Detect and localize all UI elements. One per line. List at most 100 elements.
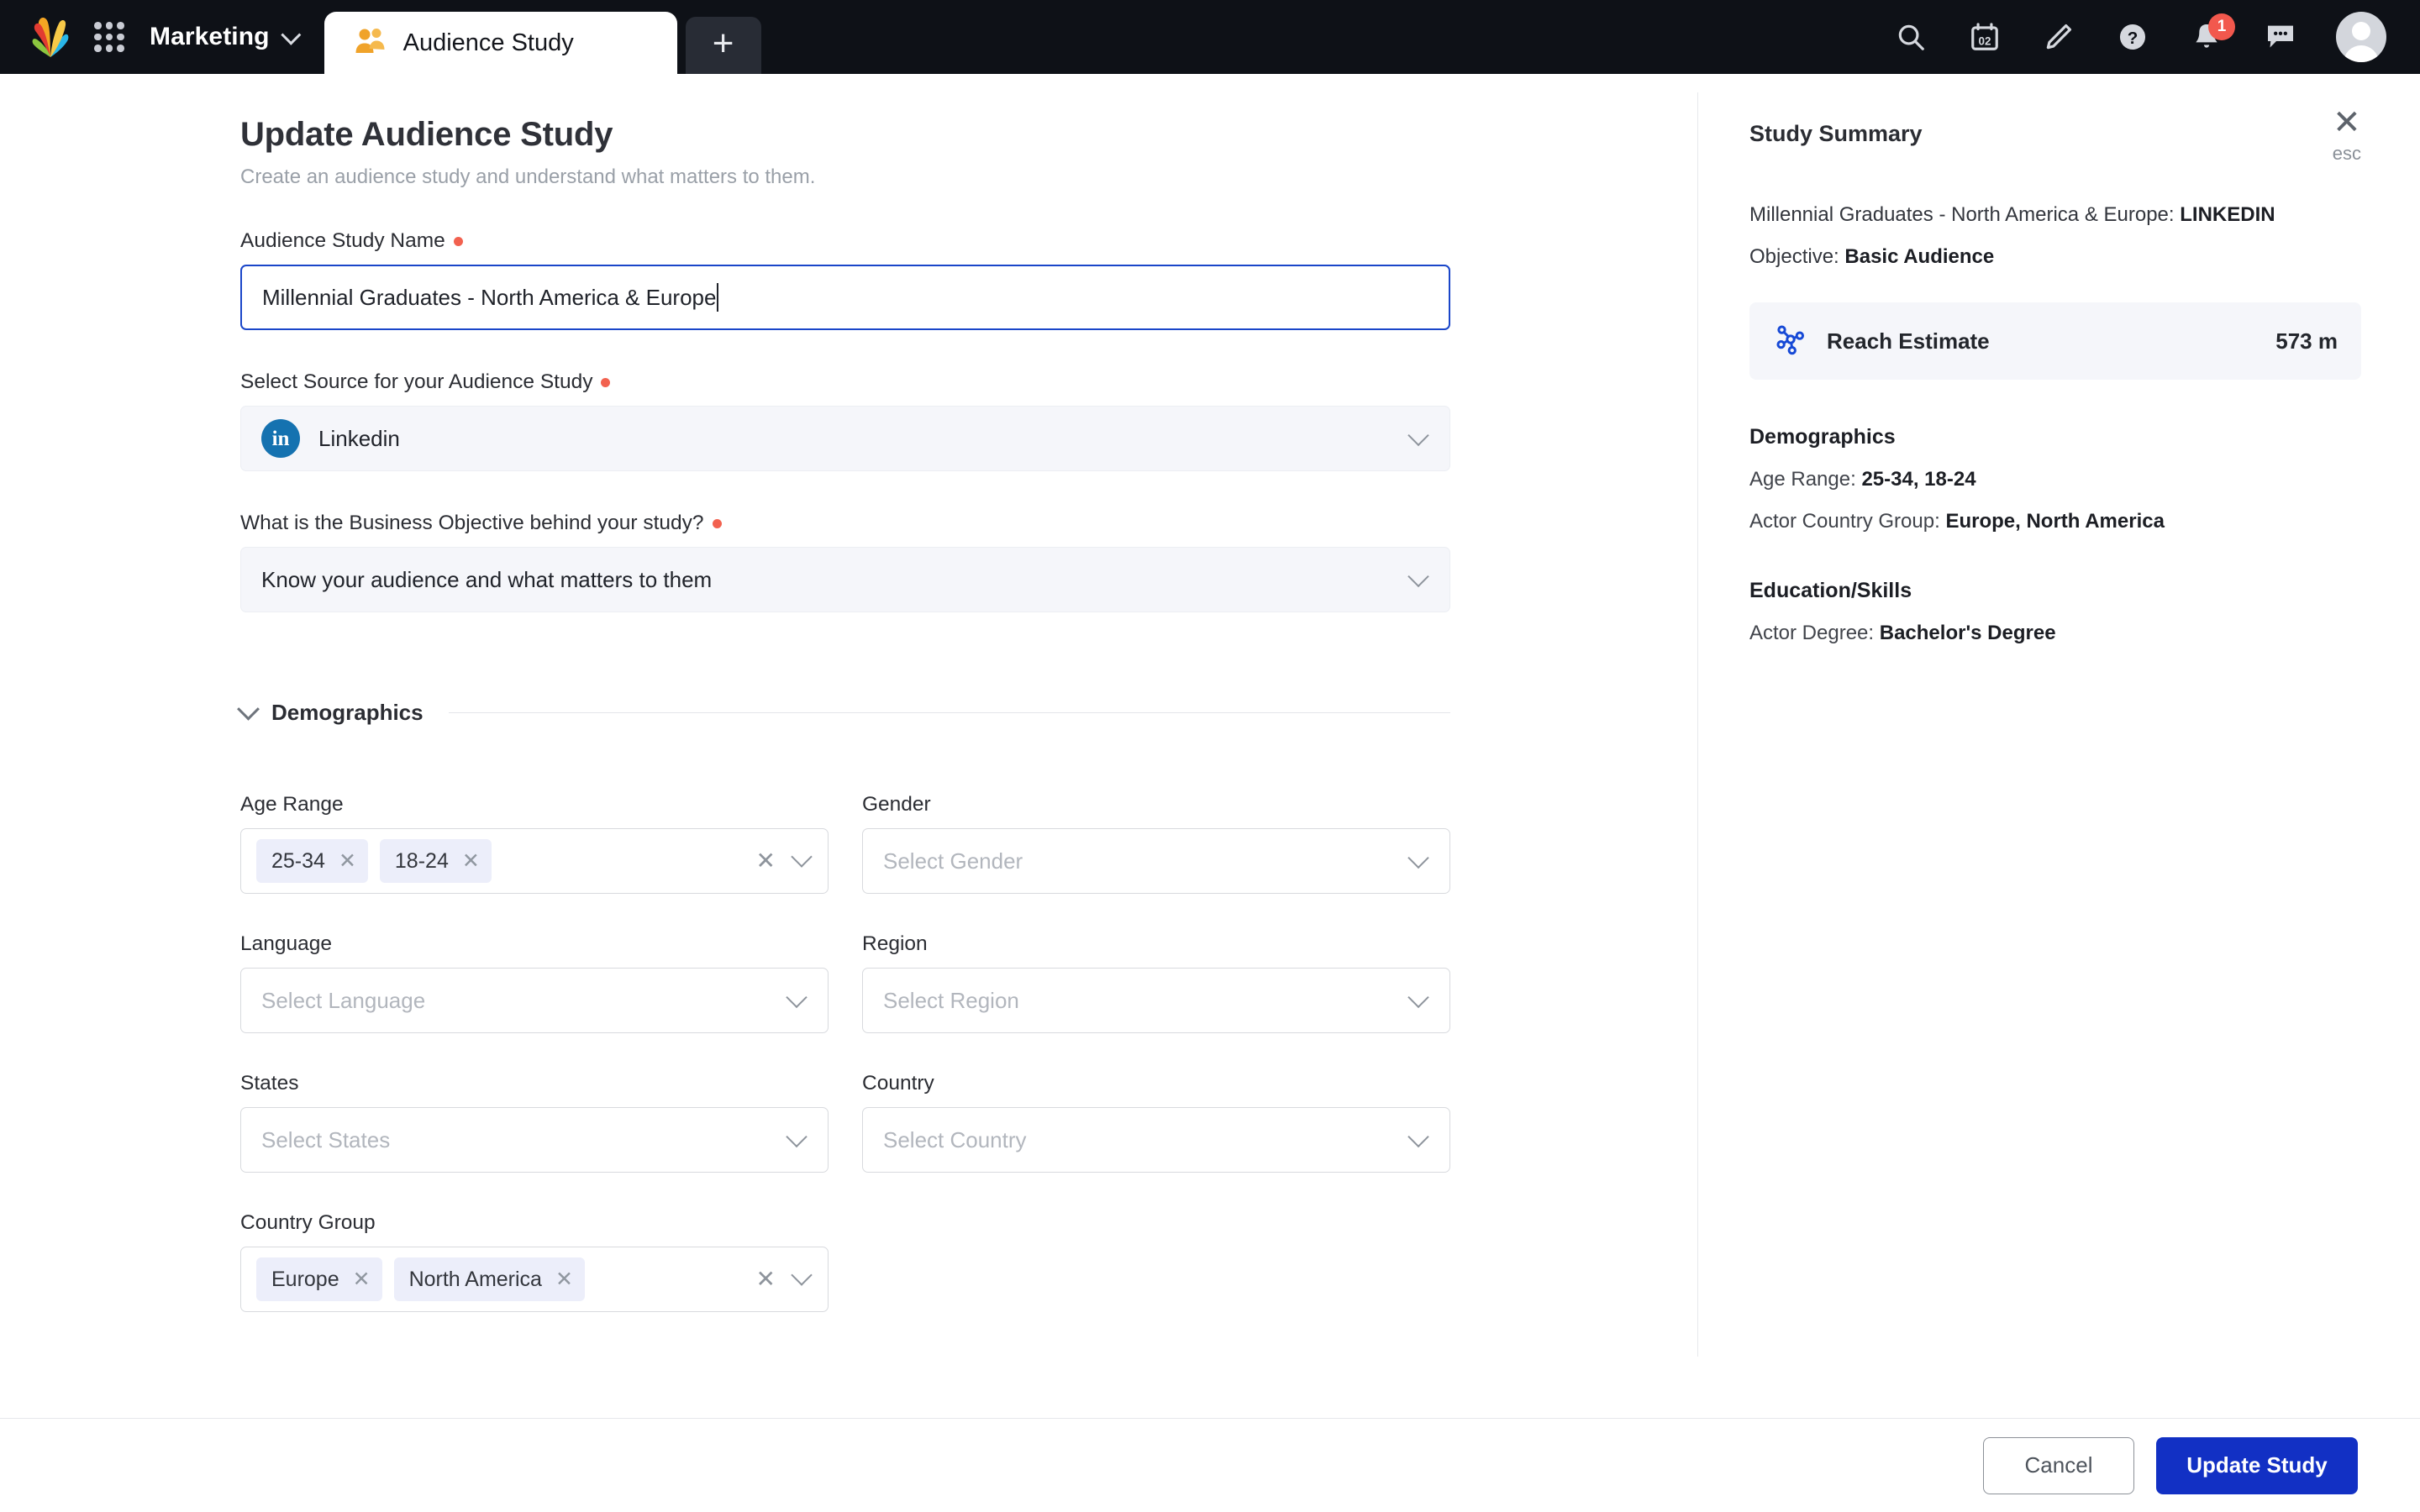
summary-row-key: Actor Degree: [1749, 622, 1880, 644]
top-bar-right: 02 ? 1 [1892, 0, 2420, 74]
field-actions: ✕ [756, 849, 809, 873]
workspace-selector[interactable]: Marketing [150, 23, 296, 51]
page-subtitle: Create an audience study and understand … [240, 165, 1697, 189]
chevron-down-icon [1407, 848, 1428, 869]
required-dot-icon [601, 378, 610, 387]
gender-placeholder: Select Gender [883, 848, 1023, 874]
label-gender: Gender [862, 793, 1450, 816]
states-select[interactable]: Select States [240, 1107, 829, 1173]
field-region: Region Select Region [862, 932, 1450, 1033]
page-body: Update Audience Study Create an audience… [0, 74, 2420, 1512]
age-range-chips: 25-34 ✕ 18-24 ✕ [256, 839, 492, 883]
section-title: Demographics [271, 700, 424, 726]
summary-title: Study Summary [1749, 121, 1923, 147]
close-x-icon: ✕ [2333, 109, 2361, 136]
tab-strip: Audience Study + [324, 0, 761, 74]
summary-row: Age Range: 25-34, 18-24 [1749, 468, 2361, 491]
chip-remove-icon[interactable]: ✕ [339, 851, 356, 872]
chip[interactable]: 25-34 ✕ [256, 839, 368, 883]
states-placeholder: Select States [261, 1127, 390, 1153]
audience-people-icon [355, 28, 387, 59]
label-country: Country [862, 1072, 1450, 1095]
study-summary-pane: Study Summary ✕ esc Millennial Graduates… [1749, 74, 2420, 645]
clear-all-icon[interactable]: ✕ [756, 849, 776, 873]
chevron-down-icon [1407, 987, 1428, 1008]
avatar[interactable] [2336, 12, 2386, 62]
page-title: Update Audience Study [240, 116, 1697, 154]
messages-icon[interactable] [2262, 18, 2299, 55]
summary-row-key: Age Range: [1749, 468, 1861, 491]
sprinklr-splash-logo[interactable] [29, 13, 72, 60]
chevron-down-icon[interactable] [237, 698, 260, 721]
field-language: Language Select Language [240, 932, 829, 1033]
label-country-group: Country Group [240, 1211, 829, 1235]
chip-remove-icon[interactable]: ✕ [555, 1269, 573, 1290]
label-text: Audience Study Name [240, 229, 445, 253]
gender-select[interactable]: Select Gender [862, 828, 1450, 894]
search-icon[interactable] [1892, 18, 1929, 55]
field-actions: ✕ [756, 1268, 809, 1291]
close-panel-button[interactable]: ✕ esc [2333, 109, 2361, 165]
chip-remove-icon[interactable]: ✕ [462, 851, 480, 872]
svg-text:?: ? [2128, 29, 2139, 48]
chevron-down-icon [281, 24, 301, 45]
summary-objective-line: Objective: Basic Audience [1749, 245, 2361, 269]
footer-actions: Cancel Update Study [0, 1418, 2420, 1512]
summary-row-value: Europe, North America [1945, 510, 2165, 533]
country-group-multiselect[interactable]: Europe ✕ North America ✕ ✕ [240, 1247, 829, 1312]
summary-section-heading: Demographics [1749, 425, 2361, 449]
notifications-bell-icon[interactable]: 1 [2188, 18, 2225, 55]
chevron-down-icon[interactable] [791, 846, 812, 867]
edit-pencil-icon[interactable] [2040, 18, 2077, 55]
workspace-label: Marketing [150, 23, 270, 51]
country-group-chips: Europe ✕ North America ✕ [256, 1257, 585, 1301]
demographics-grid: Age Range 25-34 ✕ 18-24 ✕ [240, 754, 1450, 1312]
label-audience-study-name: Audience Study Name [240, 229, 1450, 253]
required-dot-icon [454, 237, 463, 246]
chip[interactable]: Europe ✕ [256, 1257, 382, 1301]
section-header-demographics[interactable]: Demographics [240, 700, 1450, 726]
source-value: Linkedin [318, 426, 400, 452]
language-placeholder: Select Language [261, 988, 425, 1014]
country-placeholder: Select Country [883, 1127, 1027, 1153]
top-bar-left: Marketing Audience Study + [0, 0, 761, 74]
source-select[interactable]: in Linkedin [240, 406, 1450, 471]
business-objective-select[interactable]: Know your audience and what matters to t… [240, 547, 1450, 612]
label-text: Select Source for your Audience Study [240, 370, 592, 394]
summary-row: Actor Country Group: Europe, North Ameri… [1749, 510, 2361, 533]
summary-objective-value: Basic Audience [1844, 245, 1994, 268]
svg-text:02: 02 [1979, 35, 1991, 48]
linkedin-icon: in [261, 419, 300, 458]
region-select[interactable]: Select Region [862, 968, 1450, 1033]
tab-label: Audience Study [403, 29, 574, 57]
reach-estimate-value: 573 m [2275, 328, 2338, 354]
label-region: Region [862, 932, 1450, 956]
summary-row: Actor Degree: Bachelor's Degree [1749, 622, 2361, 645]
chevron-down-icon[interactable] [791, 1264, 812, 1285]
objective-value: Know your audience and what matters to t… [261, 567, 712, 593]
age-range-multiselect[interactable]: 25-34 ✕ 18-24 ✕ ✕ [240, 828, 829, 894]
network-hub-icon [1773, 322, 1808, 361]
chevron-down-icon [1407, 566, 1428, 587]
language-select[interactable]: Select Language [240, 968, 829, 1033]
calendar-icon[interactable]: 02 [1966, 18, 2003, 55]
tab-audience-study[interactable]: Audience Study [324, 12, 677, 74]
summary-row-value: Bachelor's Degree [1880, 622, 2056, 644]
chip-remove-icon[interactable]: ✕ [353, 1269, 371, 1290]
field-country-group: Country Group Europe ✕ North America ✕ [240, 1211, 829, 1312]
label-language: Language [240, 932, 829, 956]
audience-study-name-input[interactable]: Millennial Graduates - North America & E… [240, 265, 1450, 330]
chip-label: 25-34 [271, 849, 325, 874]
add-tab-button[interactable]: + [686, 17, 761, 74]
help-icon[interactable]: ? [2114, 18, 2151, 55]
country-select[interactable]: Select Country [862, 1107, 1450, 1173]
summary-row-value: 25-34, 18-24 [1861, 468, 1975, 491]
update-study-button[interactable]: Update Study [2156, 1437, 2358, 1494]
apps-grid-icon[interactable] [91, 18, 128, 55]
cancel-button[interactable]: Cancel [1983, 1437, 2134, 1494]
clear-all-icon[interactable]: ✕ [756, 1268, 776, 1291]
summary-study-line: Millennial Graduates - North America & E… [1749, 203, 2361, 227]
notification-badge: 1 [2208, 13, 2235, 40]
chip[interactable]: North America ✕ [394, 1257, 585, 1301]
chip[interactable]: 18-24 ✕ [380, 839, 492, 883]
